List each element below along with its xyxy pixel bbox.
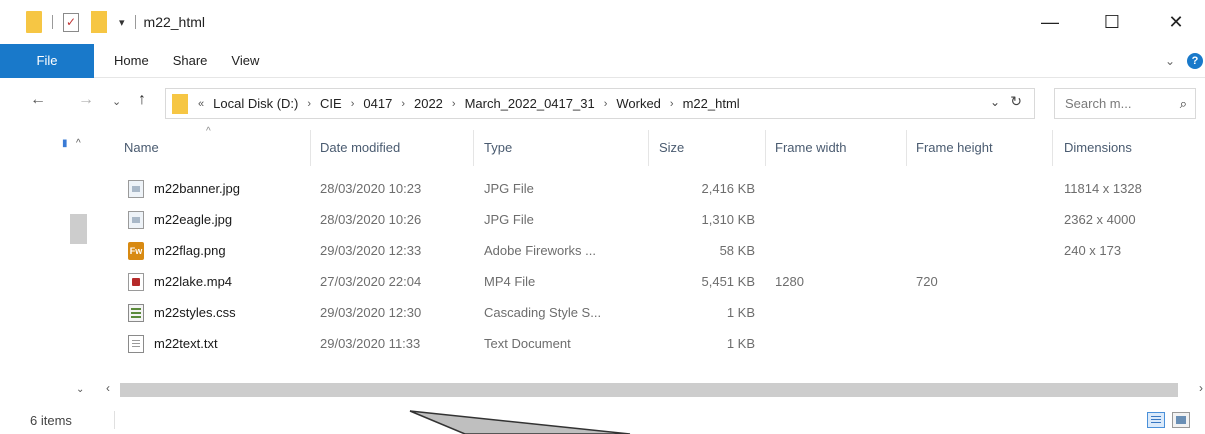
callout-arrow-shape: [409, 410, 631, 434]
callout-arrow: [409, 410, 631, 434]
